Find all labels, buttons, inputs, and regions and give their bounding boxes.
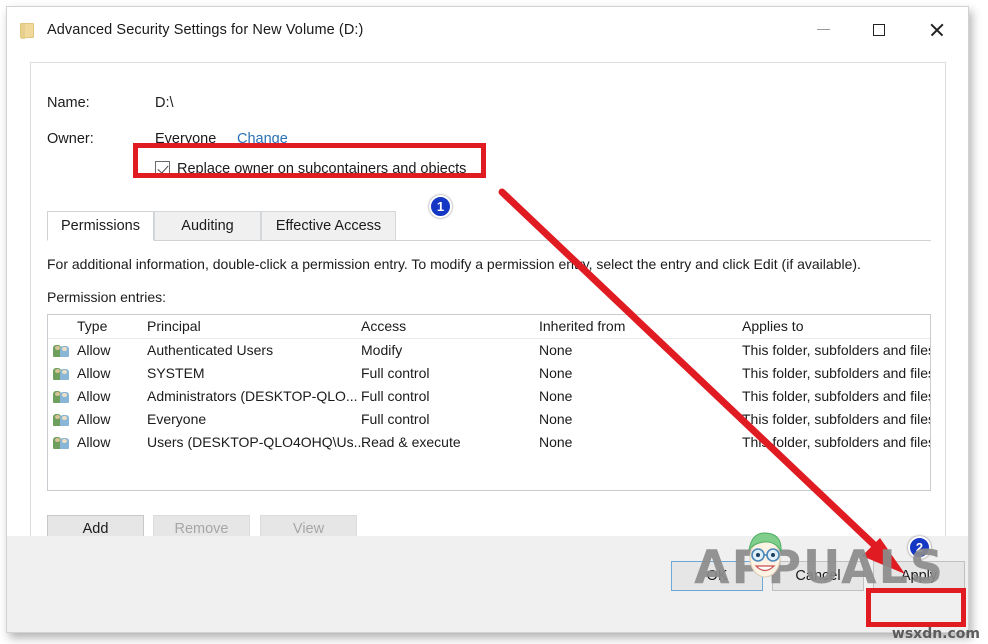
replace-owner-checkbox-box[interactable] bbox=[155, 161, 170, 176]
cell-type: Allow bbox=[77, 434, 110, 450]
close-button[interactable] bbox=[906, 7, 968, 52]
cell-access: Full control bbox=[361, 365, 429, 381]
name-value: D:\ bbox=[155, 95, 174, 111]
caption-buttons bbox=[796, 7, 968, 52]
view-button-label: View bbox=[293, 521, 324, 537]
appuals-mascot-icon bbox=[742, 528, 788, 580]
users-icon bbox=[53, 390, 70, 404]
users-icon bbox=[53, 367, 70, 381]
cell-type: Allow bbox=[77, 388, 110, 404]
cell-inherited-from: None bbox=[539, 365, 572, 381]
minimize-button[interactable] bbox=[796, 7, 851, 52]
column-header-inherited-from: Inherited from bbox=[539, 318, 625, 334]
tab-permissions-label: Permissions bbox=[61, 218, 140, 234]
permission-entries-label: Permission entries: bbox=[47, 289, 166, 305]
table-row[interactable]: Allow Administrators (DESKTOP-QLO... Ful… bbox=[48, 386, 930, 409]
cell-inherited-from: None bbox=[539, 434, 572, 450]
window-title: Advanced Security Settings for New Volum… bbox=[47, 22, 363, 38]
table-row[interactable]: Allow SYSTEM Full control None This fold… bbox=[48, 363, 930, 386]
help-text: For additional information, double-click… bbox=[47, 256, 861, 272]
remove-button-label: Remove bbox=[175, 521, 229, 537]
minimize-icon bbox=[817, 29, 830, 30]
tab-auditing[interactable]: Auditing bbox=[154, 211, 261, 241]
folder-icon bbox=[20, 21, 35, 39]
cell-inherited-from: None bbox=[539, 411, 572, 427]
cell-inherited-from: None bbox=[539, 342, 572, 358]
maximize-button[interactable] bbox=[851, 7, 906, 52]
replace-owner-checkbox[interactable]: Replace owner on subcontainers and objec… bbox=[155, 161, 466, 177]
tab-auditing-label: Auditing bbox=[181, 218, 233, 234]
cell-type: Allow bbox=[77, 365, 110, 381]
cell-type: Allow bbox=[77, 411, 110, 427]
tab-permissions[interactable]: Permissions bbox=[47, 211, 154, 241]
table-row[interactable]: Allow Users (DESKTOP-QLO4OHQ\Us... Read … bbox=[48, 432, 930, 455]
users-icon bbox=[53, 344, 70, 358]
table-row[interactable]: Allow Everyone Full control None This fo… bbox=[48, 409, 930, 432]
column-header-access: Access bbox=[361, 318, 406, 334]
cell-principal: Administrators (DESKTOP-QLO... bbox=[147, 388, 358, 404]
permission-entries-list[interactable]: Type Principal Access Inherited from App… bbox=[47, 314, 931, 491]
cell-applies-to: This folder, subfolders and files bbox=[742, 342, 931, 358]
name-label: Name: bbox=[47, 95, 90, 111]
advanced-security-settings-window: Advanced Security Settings for New Volum… bbox=[6, 6, 969, 633]
step-badge-1: 1 bbox=[429, 195, 452, 218]
tab-strip: Permissions Auditing Effective Access bbox=[47, 211, 931, 241]
cell-access: Read & execute bbox=[361, 434, 461, 450]
cell-access: Modify bbox=[361, 342, 402, 358]
content-frame: Name: D:\ Owner: Everyone Change Replace… bbox=[30, 62, 946, 574]
replace-owner-checkbox-label: Replace owner on subcontainers and objec… bbox=[177, 161, 466, 177]
cell-principal: Everyone bbox=[147, 411, 206, 427]
wsxdn-watermark: wsxdn.com bbox=[892, 626, 980, 642]
owner-value: Everyone bbox=[155, 131, 216, 147]
close-icon bbox=[929, 22, 945, 38]
title-bar: Advanced Security Settings for New Volum… bbox=[7, 7, 968, 52]
users-icon bbox=[53, 436, 70, 450]
add-button-label: Add bbox=[83, 521, 109, 537]
cell-type: Allow bbox=[77, 342, 110, 358]
appuals-watermark: APPUALS bbox=[694, 540, 945, 594]
cell-principal: Users (DESKTOP-QLO4OHQ\Us... bbox=[147, 434, 365, 450]
owner-label: Owner: bbox=[47, 131, 94, 147]
cell-applies-to: This folder, subfolders and files bbox=[742, 434, 931, 450]
cell-access: Full control bbox=[361, 411, 429, 427]
screenshot-root: Advanced Security Settings for New Volum… bbox=[0, 0, 988, 644]
table-row[interactable]: Allow Authenticated Users Modify None Th… bbox=[48, 340, 930, 363]
column-header-principal: Principal bbox=[147, 318, 201, 334]
cell-applies-to: This folder, subfolders and files bbox=[742, 365, 931, 381]
cell-applies-to: This folder, subfolders and files bbox=[742, 388, 931, 404]
tab-effective-access[interactable]: Effective Access bbox=[261, 211, 396, 241]
users-icon bbox=[53, 413, 70, 427]
tab-effective-access-label: Effective Access bbox=[276, 218, 381, 234]
cell-access: Full control bbox=[361, 388, 429, 404]
cell-principal: SYSTEM bbox=[147, 365, 205, 381]
owner-change-link[interactable]: Change bbox=[237, 131, 288, 147]
cell-principal: Authenticated Users bbox=[147, 342, 273, 358]
column-header-type: Type bbox=[77, 318, 107, 334]
maximize-icon bbox=[873, 24, 885, 36]
cell-applies-to: This folder, subfolders and files bbox=[742, 411, 931, 427]
cell-inherited-from: None bbox=[539, 388, 572, 404]
permission-list-header: Type Principal Access Inherited from App… bbox=[48, 315, 930, 339]
column-header-applies-to: Applies to bbox=[742, 318, 803, 334]
